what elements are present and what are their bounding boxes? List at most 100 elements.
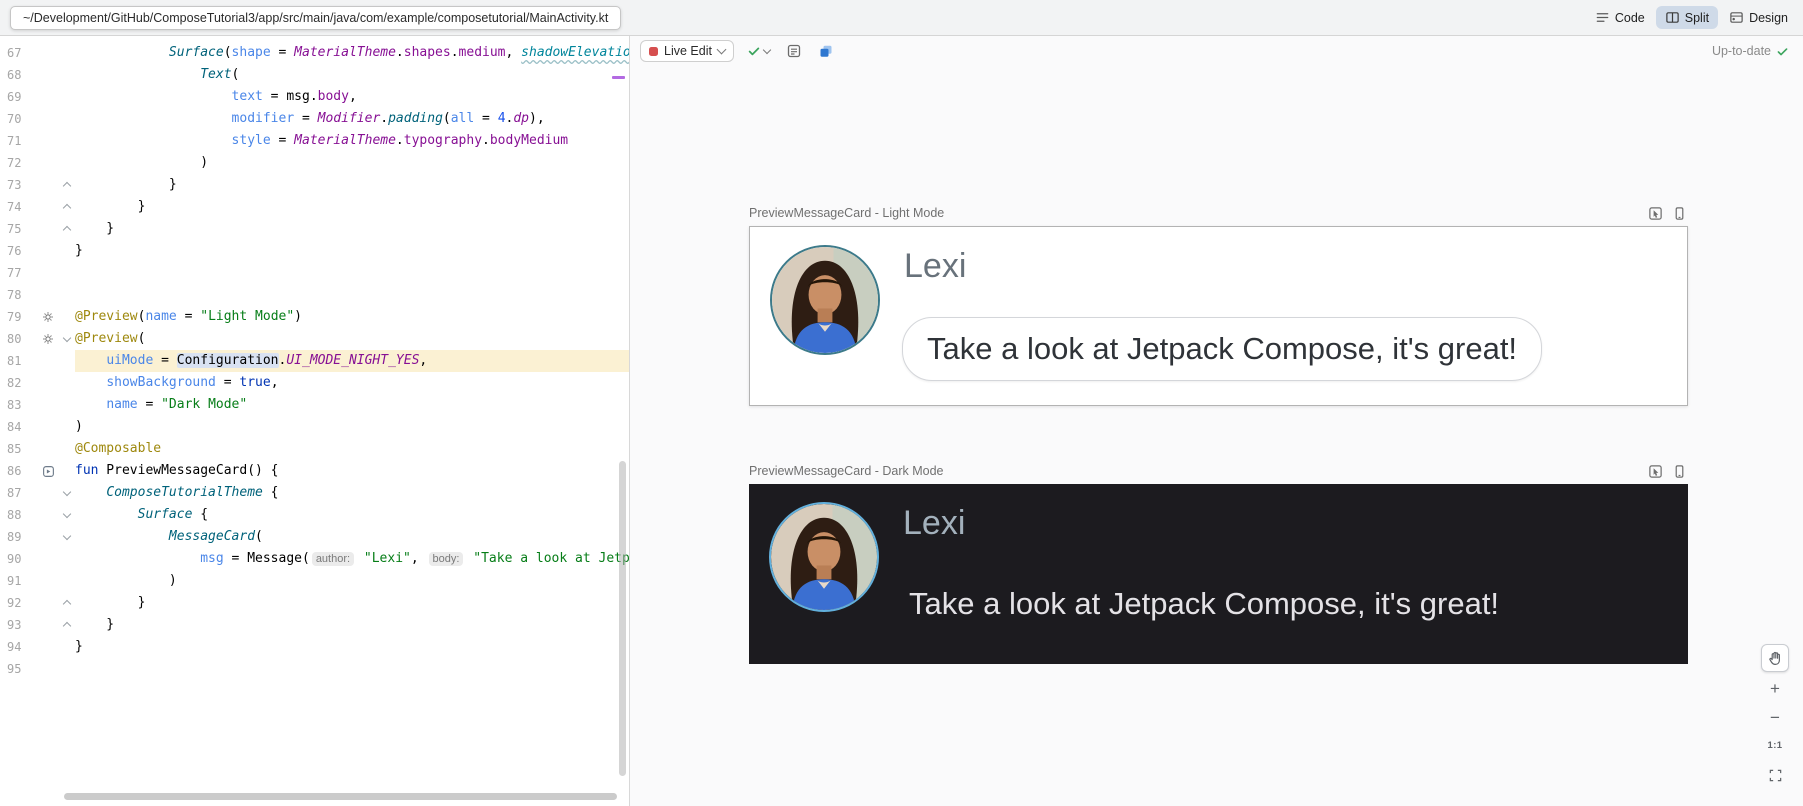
line-number: 79 xyxy=(0,306,37,328)
code-line-77[interactable]: 77 xyxy=(0,262,629,284)
layers-icon[interactable] xyxy=(815,40,837,62)
fold-marker-icon[interactable] xyxy=(59,504,75,526)
code-line-78[interactable]: 78 xyxy=(0,284,629,306)
code-line-73[interactable]: 73 } xyxy=(0,174,629,196)
code-line-68[interactable]: 68 Text( xyxy=(0,64,629,86)
chevron-down-icon xyxy=(763,45,771,53)
compose-preview-gutter-icon[interactable] xyxy=(37,460,59,482)
code-line-86[interactable]: 86fun PreviewMessageCard() { xyxy=(0,460,629,482)
code-line-90[interactable]: 90 msg = Message(author: "Lexi", body: "… xyxy=(0,548,629,570)
code-line-89[interactable]: 89 MessageCard( xyxy=(0,526,629,548)
interactive-mode-icon[interactable] xyxy=(1646,462,1664,480)
zoom-to-fit-button[interactable] xyxy=(1762,762,1788,788)
code-line-84[interactable]: 84) xyxy=(0,416,629,438)
code-editor[interactable]: 67 Surface(shape = MaterialTheme.shapes.… xyxy=(0,36,630,806)
line-number: 68 xyxy=(0,64,37,86)
message-bubble: Take a look at Jetpack Compose, it's gre… xyxy=(902,317,1542,381)
message-card-preview-dark: Lexi Take a look at Jetpack Compose, it'… xyxy=(749,484,1688,664)
gutter-spacer xyxy=(37,614,59,636)
preview-settings-gear-icon[interactable] xyxy=(37,306,59,328)
ui-check-icon[interactable] xyxy=(783,40,805,62)
code-line-75[interactable]: 75 } xyxy=(0,218,629,240)
compose-preview-pane: Live Edit Up-to-date xyxy=(630,36,1803,806)
code-line-83[interactable]: 83 name = "Dark Mode" xyxy=(0,394,629,416)
code-line-76[interactable]: 76} xyxy=(0,240,629,262)
interactive-mode-icon[interactable] xyxy=(1646,204,1664,222)
fold-spacer xyxy=(59,372,75,394)
fit-screen-icon xyxy=(1768,768,1783,783)
line-number: 92 xyxy=(0,592,37,614)
preview-settings-gear-icon[interactable] xyxy=(37,328,59,350)
editor-vertical-scrollbar[interactable] xyxy=(619,461,626,776)
message-author: Lexi xyxy=(904,247,966,286)
preview-title: PreviewMessageCard - Light Mode xyxy=(749,206,944,220)
fold-spacer xyxy=(59,460,75,482)
code-line-67[interactable]: 67 Surface(shape = MaterialTheme.shapes.… xyxy=(0,42,629,64)
gutter-spacer xyxy=(37,592,59,614)
run-on-device-icon[interactable] xyxy=(1670,462,1688,480)
fold-spacer xyxy=(59,636,75,658)
gutter-spacer xyxy=(37,504,59,526)
code-line-93[interactable]: 93 } xyxy=(0,614,629,636)
code-line-80[interactable]: 80@Preview( xyxy=(0,328,629,350)
fold-marker-icon[interactable] xyxy=(59,174,75,196)
zoom-in-button[interactable]: + xyxy=(1762,675,1788,701)
fold-marker-icon[interactable] xyxy=(59,328,75,350)
fold-marker-icon[interactable] xyxy=(59,614,75,636)
code-text: MessageCard( xyxy=(75,526,629,548)
line-number: 86 xyxy=(0,460,37,482)
live-edit-button[interactable]: Live Edit xyxy=(640,40,734,62)
code-line-70[interactable]: 70 modifier = Modifier.padding(all = 4.d… xyxy=(0,108,629,130)
fold-spacer xyxy=(59,240,75,262)
fold-marker-icon[interactable] xyxy=(59,218,75,240)
line-number: 80 xyxy=(0,328,37,350)
code-line-81[interactable]: 81 uiMode = Configuration.UI_MODE_NIGHT_… xyxy=(0,350,629,372)
code-line-91[interactable]: 91 ) xyxy=(0,570,629,592)
view-mode-label: Split xyxy=(1685,11,1709,25)
code-line-95[interactable]: 95 xyxy=(0,658,629,680)
line-number: 82 xyxy=(0,372,37,394)
code-line-69[interactable]: 69 text = msg.body, xyxy=(0,86,629,108)
run-on-device-icon[interactable] xyxy=(1670,204,1688,222)
code-line-94[interactable]: 94} xyxy=(0,636,629,658)
message-author: Lexi xyxy=(903,504,965,543)
code-line-74[interactable]: 74 } xyxy=(0,196,629,218)
code-line-88[interactable]: 88 Surface { xyxy=(0,504,629,526)
code-line-85[interactable]: 85@Composable xyxy=(0,438,629,460)
line-number: 94 xyxy=(0,636,37,658)
code-text: Surface { xyxy=(75,504,629,526)
breadcrumb[interactable]: ~/Development/GitHub/ComposeTutorial3/ap… xyxy=(10,6,621,30)
preview-zoom-controls: + − 1:1 xyxy=(1761,644,1789,788)
zoom-reset-button[interactable]: 1:1 xyxy=(1762,733,1788,759)
live-edit-status-indicator-icon xyxy=(649,47,658,56)
code-line-82[interactable]: 82 showBackground = true, xyxy=(0,372,629,394)
gutter-spacer xyxy=(37,108,59,130)
gutter-spacer xyxy=(37,636,59,658)
view-mode-design[interactable]: Design xyxy=(1720,6,1797,29)
fold-marker-icon[interactable] xyxy=(59,526,75,548)
fold-marker-icon[interactable] xyxy=(59,196,75,218)
line-number: 73 xyxy=(0,174,37,196)
editor-horizontal-scrollbar[interactable] xyxy=(64,793,617,800)
pan-hand-button[interactable] xyxy=(1761,644,1789,672)
code-line-87[interactable]: 87 ComposeTutorialTheme { xyxy=(0,482,629,504)
fold-spacer xyxy=(59,306,75,328)
gutter-spacer xyxy=(37,350,59,372)
gutter-spacer xyxy=(37,416,59,438)
code-line-79[interactable]: 79@Preview(name = "Light Mode") xyxy=(0,306,629,328)
code-text xyxy=(75,658,629,680)
code-line-92[interactable]: 92 } xyxy=(0,592,629,614)
code-line-72[interactable]: 72 ) xyxy=(0,152,629,174)
gutter-spacer xyxy=(37,240,59,262)
fold-marker-icon[interactable] xyxy=(59,482,75,504)
line-number: 85 xyxy=(0,438,37,460)
code-text: ComposeTutorialTheme { xyxy=(75,482,629,504)
zoom-out-button[interactable]: − xyxy=(1762,704,1788,730)
view-mode-code[interactable]: Code xyxy=(1586,6,1654,29)
fold-marker-icon[interactable] xyxy=(59,592,75,614)
code-line-71[interactable]: 71 style = MaterialTheme.typography.body… xyxy=(0,130,629,152)
build-status-dropdown[interactable] xyxy=(744,42,773,60)
view-mode-split[interactable]: Split xyxy=(1656,6,1718,29)
line-number: 72 xyxy=(0,152,37,174)
code-text: name = "Dark Mode" xyxy=(75,394,629,416)
